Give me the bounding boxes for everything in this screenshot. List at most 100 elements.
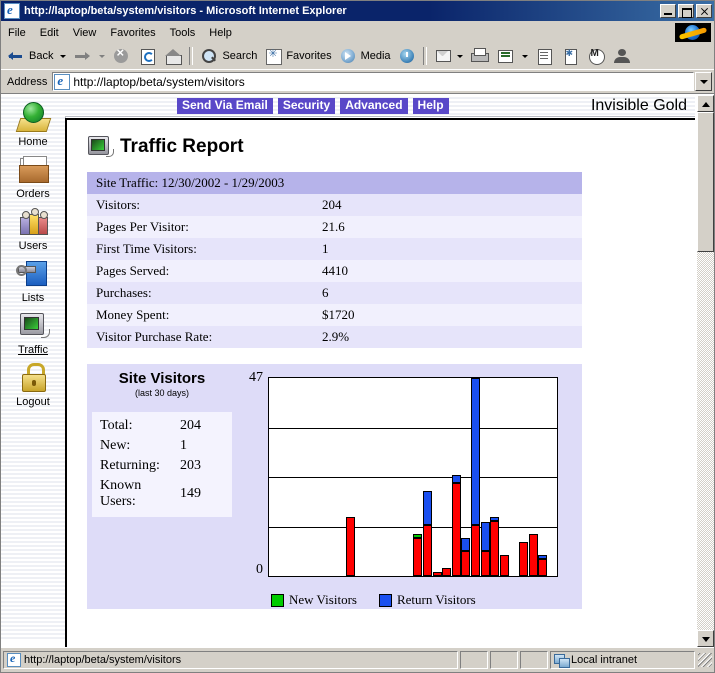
traffic-stats-table: Site Traffic: 12/30/2002 - 1/29/2003 Vis… (87, 172, 582, 348)
chart-bar-segment (519, 542, 528, 576)
row-value: 204 (322, 194, 582, 216)
chart-bar-segment (538, 559, 547, 576)
forward-dropdown[interactable] (95, 45, 108, 67)
window-controls (660, 4, 712, 18)
refresh-icon (137, 46, 157, 66)
menu-file[interactable]: File (1, 25, 33, 41)
legend-swatch-icon (271, 593, 284, 607)
nav-help[interactable]: Help (412, 97, 449, 114)
row-value: 4410 (322, 260, 582, 282)
nav-advanced[interactable]: Advanced (340, 97, 408, 114)
sidebar-label-lists: Lists (21, 292, 45, 304)
home-button[interactable] (160, 45, 186, 67)
address-input-wrapper[interactable] (52, 72, 694, 91)
row-value: 1 (322, 238, 582, 260)
discuss-icon (534, 46, 554, 66)
research-button[interactable] (557, 45, 583, 67)
page-icon (54, 73, 71, 90)
history-icon (397, 46, 417, 66)
address-input[interactable] (73, 74, 693, 89)
vertical-scrollbar[interactable] (696, 95, 714, 647)
ie-app-icon (4, 3, 20, 19)
minimize-button[interactable] (660, 4, 676, 18)
chart-bar (481, 521, 490, 576)
top-nav-bar: Send Via Email Security Advanced Help In… (65, 95, 695, 117)
menu-tools[interactable]: Tools (163, 25, 203, 41)
menu-favorites[interactable]: Favorites (103, 25, 162, 41)
favorites-label: Favorites (286, 50, 332, 62)
nav-security[interactable]: Security (277, 97, 336, 114)
favorites-button[interactable]: Favorites (260, 45, 334, 67)
scrollbar-track[interactable] (697, 112, 714, 630)
close-button[interactable] (696, 4, 712, 18)
maximize-button[interactable] (678, 4, 694, 18)
report-header: Traffic Report (87, 134, 695, 160)
sidebar-item-users[interactable]: Users (1, 205, 65, 252)
y-axis-max-label: 47 (249, 370, 263, 385)
list-item: New: 1 (100, 436, 224, 456)
sidebar-item-orders[interactable]: Orders (1, 153, 65, 200)
refresh-button[interactable] (134, 45, 160, 67)
edit-dropdown[interactable] (518, 45, 531, 67)
nav-send-via-email[interactable]: Send Via Email (177, 97, 273, 114)
visitors-summary: Site Visitors (last 30 days) Total: 204 (92, 370, 232, 517)
toolbar-separator-1 (189, 47, 194, 65)
print-button[interactable] (466, 45, 492, 67)
chart-plot-area (268, 377, 558, 577)
status-bar: http://laptop/beta/system/visitors Local… (1, 647, 714, 672)
chart-bar-segment (413, 538, 422, 576)
search-button[interactable]: Search (196, 45, 260, 67)
media-icon (338, 46, 358, 66)
row-label: Purchases: (87, 282, 322, 304)
sidebar-item-logout[interactable]: Logout (1, 361, 65, 408)
back-button[interactable]: Back (3, 45, 56, 67)
menu-help[interactable]: Help (202, 25, 239, 41)
edit-pencil-icon (495, 46, 515, 66)
stat-value: 1 (180, 438, 187, 453)
chart-bar (471, 378, 480, 576)
media-button[interactable]: Media (335, 45, 394, 67)
scrollbar-thumb[interactable] (697, 112, 714, 252)
key-door-icon (16, 257, 50, 291)
chart-bar-segment (461, 538, 470, 551)
toolbar: Back Search Favorites Media (1, 43, 714, 70)
menu-edit[interactable]: Edit (33, 25, 66, 41)
sidebar-item-lists[interactable]: Lists (1, 257, 65, 304)
sidebar-item-home[interactable]: Home (1, 101, 65, 148)
status-panel-3 (520, 651, 548, 669)
row-label: Money Spent: (87, 304, 322, 326)
main-content-frame: Traffic Report Site Traffic: 12/30/2002 … (65, 118, 695, 647)
scroll-up-button[interactable] (697, 95, 714, 112)
edit-button[interactable] (492, 45, 518, 67)
media-label: Media (360, 50, 391, 62)
stop-button[interactable] (108, 45, 134, 67)
scroll-down-button[interactable] (697, 630, 714, 647)
status-panel-2 (490, 651, 518, 669)
back-dropdown[interactable] (56, 45, 69, 67)
chart-bar-segment (500, 555, 509, 576)
row-value: $1720 (322, 304, 582, 326)
sidebar-item-traffic[interactable]: Traffic (1, 309, 65, 356)
mail-button[interactable] (430, 45, 466, 67)
table-row: Pages Served: 4410 (87, 260, 582, 282)
browser-window: http://laptop/beta/system/visitors - Mic… (0, 0, 715, 673)
chart-bar-segment (433, 572, 442, 576)
mail-icon (433, 46, 453, 66)
toolbar-separator-2 (422, 47, 427, 65)
msn-button[interactable] (583, 45, 609, 67)
table-row: Visitor Purchase Rate: 2.9% (87, 326, 582, 348)
menu-view[interactable]: View (66, 25, 104, 41)
address-dropdown-button[interactable] (695, 72, 712, 91)
chart-bar (500, 555, 509, 576)
legend-item-return-visitors: Return Visitors (378, 592, 476, 608)
web-page: Home Orders Users Lists Traffic Logout S… (1, 95, 695, 647)
chart-bar-segment (461, 551, 470, 576)
chart-bar (461, 538, 470, 576)
history-button[interactable] (394, 45, 420, 67)
back-arrow-icon (6, 46, 26, 66)
content-scroll-area: Home Orders Users Lists Traffic Logout S… (1, 95, 696, 647)
resize-grip[interactable] (698, 653, 712, 667)
messenger-button[interactable] (609, 45, 635, 67)
discuss-button[interactable] (531, 45, 557, 67)
forward-button[interactable] (69, 45, 95, 67)
